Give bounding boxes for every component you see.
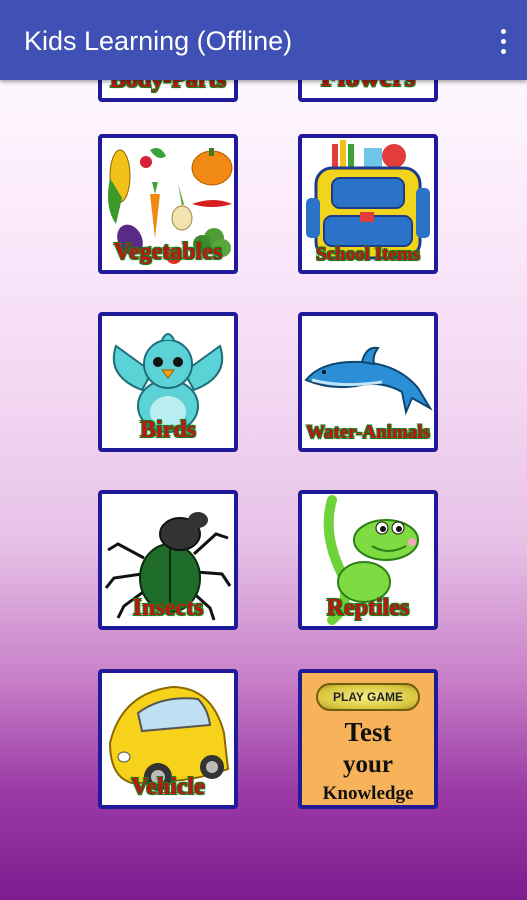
- tile-label: Vegetables: [113, 239, 223, 265]
- tile-vegetables[interactable]: Vegetables: [98, 134, 238, 274]
- tile-birds[interactable]: Birds: [98, 312, 238, 452]
- tile-label: Insects: [132, 595, 204, 621]
- play-game-button[interactable]: PLAY GAME: [316, 683, 420, 711]
- test-line-2: your: [343, 751, 393, 778]
- tile-label: Vehicle: [131, 774, 205, 800]
- tile-water-animals[interactable]: Water-Animals: [298, 312, 438, 452]
- test-line-3: Knowledge: [322, 783, 414, 804]
- tile-test-your-knowledge[interactable]: PLAY GAME Test your Knowledge: [298, 669, 438, 809]
- overflow-menu-icon[interactable]: [493, 24, 513, 58]
- test-line-1: Test: [344, 717, 392, 747]
- tile-label: Birds: [139, 417, 196, 443]
- tile-label: Water-Animals: [306, 422, 430, 443]
- app-bar: Kids Learning (Offline): [0, 0, 527, 80]
- tile-label: Reptiles: [326, 595, 410, 621]
- tile-vehicle[interactable]: Vehicle: [98, 669, 238, 809]
- tile-reptiles[interactable]: Reptiles: [298, 490, 438, 630]
- tile-school-items[interactable]: School Items: [298, 134, 438, 274]
- app-title: Kids Learning (Offline): [24, 26, 293, 56]
- tile-insects[interactable]: Insects: [98, 490, 238, 630]
- tile-label: School Items: [316, 244, 420, 265]
